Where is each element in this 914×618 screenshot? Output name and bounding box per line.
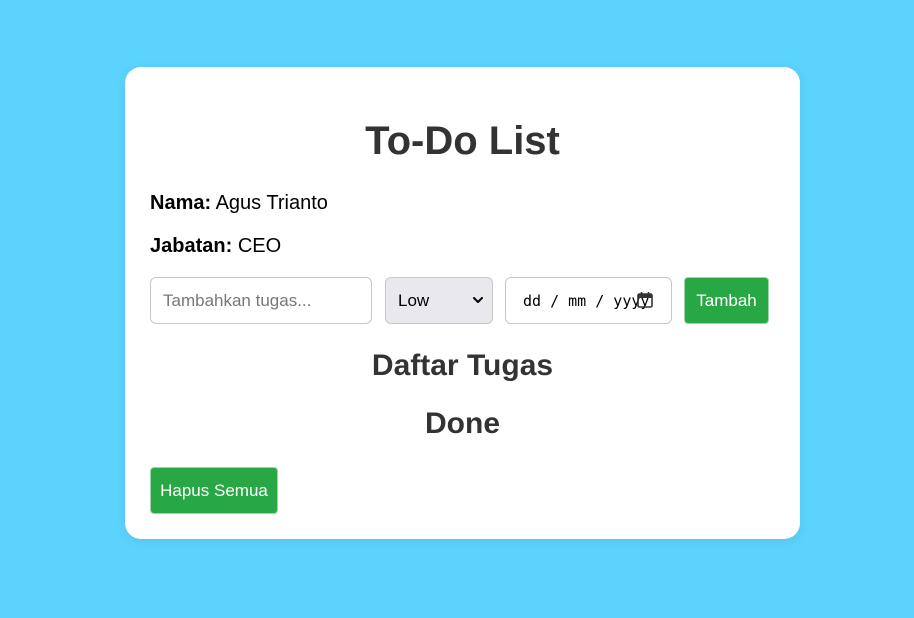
task-list-heading: Daftar Tugas: [371, 349, 554, 382]
todo-card: To-Do List Nama: Agus Trianto Jabatan: C…: [125, 67, 800, 539]
name-value: Agus Trianto: [215, 192, 328, 214]
clear-all-button[interactable]: Hapus Semua: [150, 467, 278, 514]
profile-name: Nama: Agus Trianto: [150, 191, 328, 215]
chevron-down-icon: [473, 297, 483, 303]
add-task-button[interactable]: Tambah: [684, 277, 769, 324]
calendar-icon[interactable]: [636, 291, 654, 309]
priority-selected-value: Low: [398, 290, 430, 310]
add-task-form: Low dd / mm / yyyy Tambah: [150, 277, 770, 324]
profile-role: Jabatan: CEO: [150, 234, 281, 258]
page-title: To-Do List: [365, 119, 560, 163]
name-label: Nama:: [150, 192, 212, 214]
date-placeholder: dd / mm / yyyy: [523, 291, 650, 310]
due-date-input[interactable]: dd / mm / yyyy: [505, 277, 672, 324]
role-label: Jabatan:: [150, 235, 233, 257]
task-input[interactable]: [150, 277, 372, 324]
priority-select[interactable]: Low: [385, 277, 493, 324]
done-heading: Done: [425, 407, 500, 440]
role-value: CEO: [237, 235, 282, 257]
